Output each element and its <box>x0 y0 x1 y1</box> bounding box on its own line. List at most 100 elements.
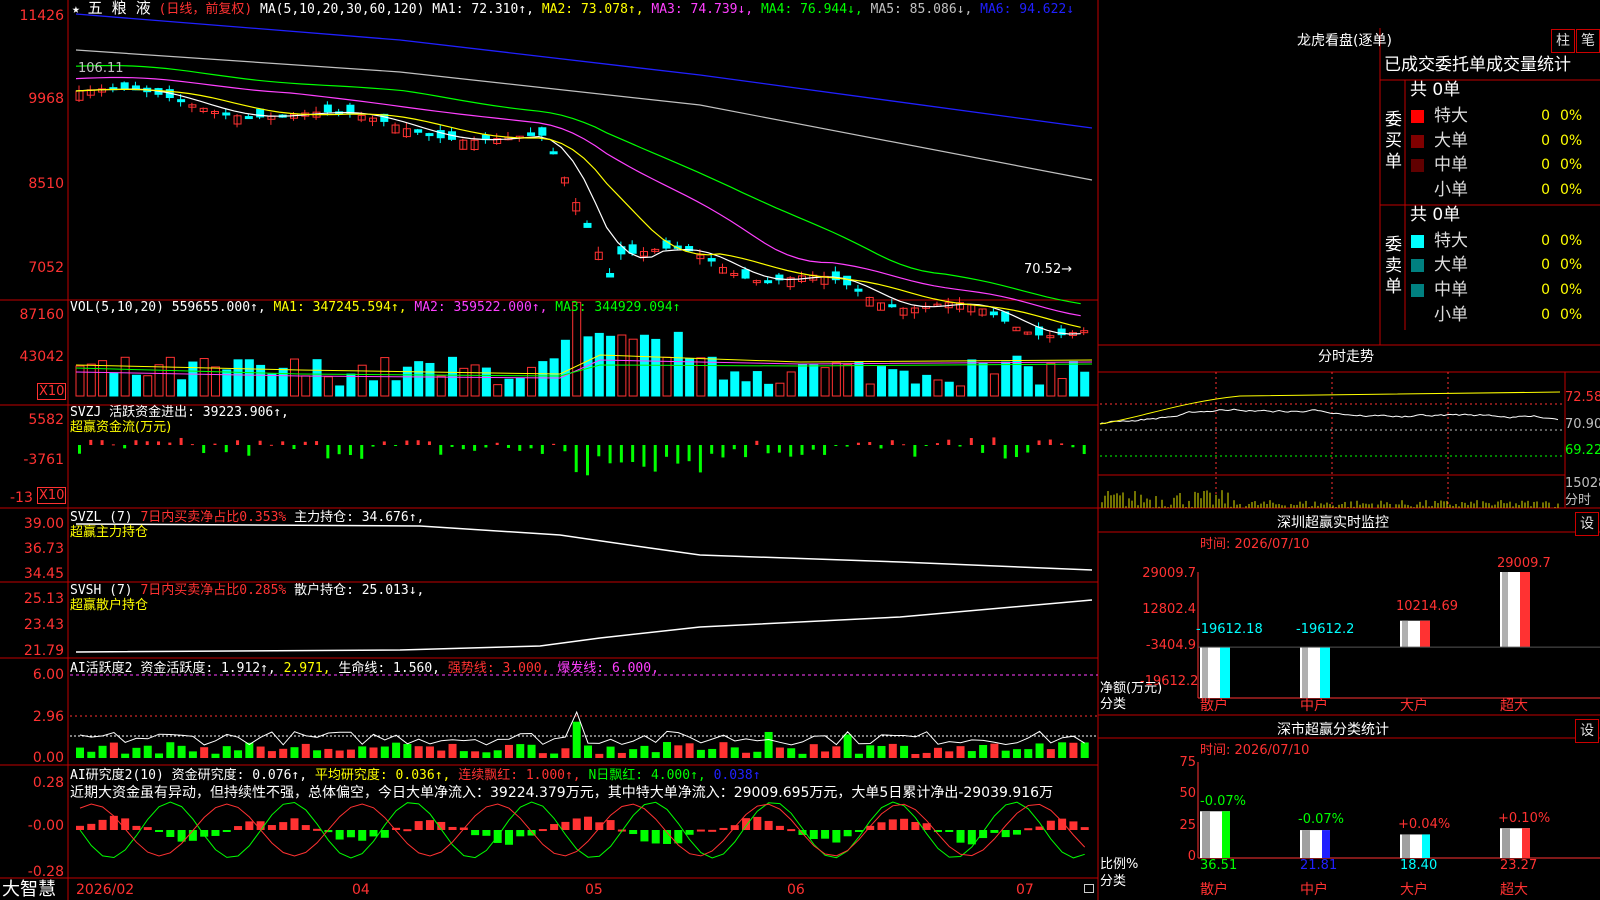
sz-class-cat-2: 中户 <box>1300 882 1328 898</box>
svzj-bar <box>484 445 488 448</box>
volume-bar <box>357 364 367 397</box>
ai1-bar <box>403 744 412 758</box>
ai1-bar <box>572 721 581 758</box>
svzj-bar <box>213 443 217 445</box>
buy-side-label: 委买单 <box>1385 110 1402 172</box>
svzj-bar <box>100 440 104 445</box>
ai1-bar <box>674 745 683 758</box>
buy-m-label: 中单 <box>1434 155 1468 175</box>
sell-l-label: 大单 <box>1434 255 1468 275</box>
ai1-bar <box>606 746 615 758</box>
svzj-bar <box>179 437 183 445</box>
sz-class-cat-4: 超大 <box>1500 882 1528 898</box>
vol-ma1: MA1: 347245.594↑, <box>273 300 407 315</box>
monitor-bar-shade <box>1402 620 1408 648</box>
ai1-bar <box>414 746 423 758</box>
ma-set-label: MA(5,10,20,30,60,120) <box>260 2 425 17</box>
price-candle <box>527 132 536 136</box>
lock-icon[interactable] <box>1084 884 1094 893</box>
ai2-bar <box>764 820 773 830</box>
sell-l-pct: 0% <box>1560 257 1583 273</box>
svzj-bar <box>190 444 194 446</box>
svzj-bar <box>744 445 748 458</box>
tick-mode-button[interactable]: 笔 <box>1576 29 1600 53</box>
svzj-bar <box>111 444 115 446</box>
svzj-axis-label-1: 5582 <box>28 412 64 428</box>
volume-bar <box>143 375 153 397</box>
ai1-bar <box>888 743 897 758</box>
bar-mode-button[interactable]: 柱 <box>1551 29 1575 53</box>
svzj-bar <box>653 445 657 472</box>
period-label[interactable]: (日线，前复权) <box>159 2 253 17</box>
ai2-last: 0.038↑ <box>713 768 761 783</box>
ai2-bar <box>990 830 999 833</box>
favorite-star-icon[interactable]: ★ <box>72 2 80 17</box>
x-label-feb: 2026/02 <box>76 882 135 898</box>
volume-bar <box>685 358 695 397</box>
sz-class-settings-button[interactable]: 设 <box>1575 719 1599 743</box>
volume-bar <box>131 374 141 397</box>
ai2-bar <box>76 825 84 830</box>
ai2-bar <box>346 830 355 838</box>
ai1-bar <box>155 753 164 758</box>
intraday-y-label-2: 70.90 <box>1565 417 1600 432</box>
volume-bar <box>233 359 243 397</box>
volume-bar <box>978 362 988 397</box>
sell-s-pct: 0% <box>1560 307 1583 323</box>
vol-header: VOL(5,10,20) 559655.000↑, MA1: 347245.59… <box>70 300 681 315</box>
sz-monitor-x-title: 分类 <box>1100 697 1127 712</box>
sz-monitor-title: 深圳超赢实时监控 <box>1277 515 1389 531</box>
ai1-axis-label-2: 2.96 <box>32 709 64 725</box>
sz-monitor-settings-button[interactable]: 设 <box>1575 512 1599 536</box>
ai2-n-red: N日飘红: 4.000↑, <box>588 768 706 783</box>
volume-bar <box>922 374 932 397</box>
ma4-value: MA4: 76.944↓, <box>760 2 863 17</box>
ai1-bar <box>617 752 626 758</box>
ai1-bar <box>132 747 141 758</box>
buy-m-pct: 0% <box>1560 157 1583 173</box>
ai2-bar <box>787 829 796 832</box>
ai2-bar <box>1001 830 1010 838</box>
ai2-bar <box>290 818 299 830</box>
buy-xl-label: 特大 <box>1434 106 1468 126</box>
volume-bar <box>764 383 774 397</box>
volume-bar <box>989 373 999 397</box>
ai1-bar <box>719 742 728 758</box>
volume-bar <box>504 378 514 397</box>
svzj-bar <box>405 440 409 445</box>
chart-canvas <box>0 0 1600 900</box>
sz-monitor-cat-1: 散户 <box>1200 698 1228 714</box>
buy-s-value: 0 <box>1541 182 1550 198</box>
buy-l-swatch <box>1411 135 1424 148</box>
ai2-header: AI研究度2(10) 资金研究度: 0.076↑, 平均研究度: 0.036↑,… <box>70 768 761 783</box>
svzj-bar <box>981 445 985 453</box>
volume-bar <box>696 357 706 397</box>
volume-bar <box>1046 362 1056 397</box>
right-panel-title: 龙虎看盘(逐单) <box>1297 33 1392 49</box>
ai2-bar <box>561 821 570 830</box>
svzj-bar <box>1071 445 1075 448</box>
stat-title: 已成交委托单成交量统计 <box>1384 55 1571 75</box>
sell-xl-value: 0 <box>1541 233 1550 249</box>
ai1-bar <box>1058 742 1067 758</box>
buy-m-swatch <box>1411 159 1424 172</box>
ai1-bar <box>380 746 389 758</box>
monitor-bar-accent <box>1220 647 1230 698</box>
svzj-bar <box>732 445 736 450</box>
ai2-bar <box>87 823 96 830</box>
svzl-header: SVZL (7) 7日内买卖净占比0.353% 主力持仓: 34.676↑, <box>70 510 424 525</box>
monitor-bar-shade <box>1502 572 1508 648</box>
volume-bar <box>267 373 277 397</box>
svzj-bar <box>518 445 522 451</box>
volume-bar <box>414 361 424 397</box>
volume-bar <box>369 380 379 397</box>
intraday-vol-unit: 分时 <box>1565 493 1592 508</box>
ai1-bar <box>504 744 513 758</box>
svzj-bar <box>495 442 499 445</box>
ai1-bar <box>1012 749 1021 758</box>
svzj-bar <box>281 441 285 445</box>
svzj-bar <box>631 445 635 463</box>
volume-bar <box>346 373 356 397</box>
volume-bar <box>222 369 232 397</box>
svsh-subtitle: 超赢散户持仓 <box>70 598 149 613</box>
